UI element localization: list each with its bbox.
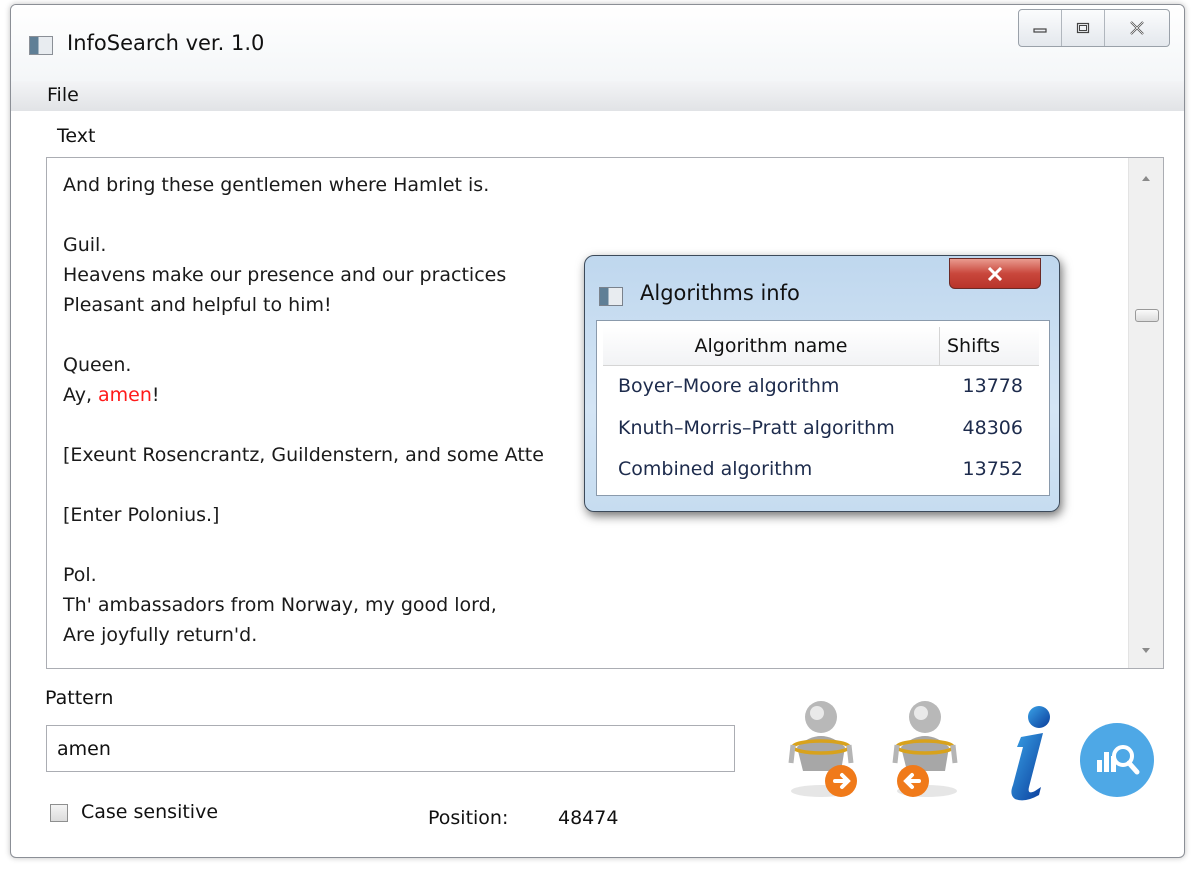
algorithm-shifts: 13752 xyxy=(962,458,1023,480)
text-line xyxy=(63,320,544,350)
case-sensitive-checkbox[interactable] xyxy=(50,804,68,822)
caption-buttons xyxy=(1018,9,1170,47)
algorithm-name: Boyer–Moore algorithm xyxy=(618,375,840,397)
scroll-thumb[interactable] xyxy=(1135,309,1159,322)
case-sensitive-label: Case sensitive xyxy=(81,801,219,823)
search-next-button[interactable] xyxy=(779,695,875,805)
pattern-label: Pattern xyxy=(45,687,114,709)
maximize-icon xyxy=(1076,22,1090,34)
algorithms-info-dialog: Algorithms info Algorithm name Shifts Bo… xyxy=(584,255,1060,512)
text-line: Queen. xyxy=(63,354,132,376)
close-icon xyxy=(987,266,1003,281)
pattern-input[interactable] xyxy=(46,725,735,772)
info-button[interactable] xyxy=(995,699,1065,803)
search-match-highlight: amen xyxy=(98,384,152,406)
statistics-search-icon xyxy=(1080,723,1154,797)
dialog-app-icon xyxy=(599,287,623,306)
algorithms-grid: Algorithm name Shifts Boyer–Moore algori… xyxy=(596,320,1050,496)
menu-bar: File xyxy=(11,81,1184,111)
column-header-shifts-label: Shifts xyxy=(947,335,1001,357)
window-title: InfoSearch ver. 1.0 xyxy=(67,31,265,55)
column-header-name[interactable]: Algorithm name xyxy=(603,327,940,365)
text-line xyxy=(63,530,544,560)
grid-header: Algorithm name Shifts xyxy=(603,327,1039,366)
text-line xyxy=(63,470,544,500)
text-line: Guil. xyxy=(63,234,107,256)
text-line-partial xyxy=(63,158,544,170)
search-previous-button[interactable] xyxy=(883,695,979,805)
text-content: And bring these gentlemen where Hamlet i… xyxy=(63,158,544,650)
text-line xyxy=(63,200,544,230)
column-header-name-label: Algorithm name xyxy=(694,335,848,357)
table-row[interactable]: Knuth–Morris–Pratt algorithm 48306 xyxy=(603,409,1039,453)
vertical-scrollbar[interactable] xyxy=(1128,158,1163,668)
text-line: And bring these gentlemen where Hamlet i… xyxy=(63,174,490,196)
info-icon xyxy=(1011,706,1050,801)
dialog-title: Algorithms info xyxy=(640,281,800,305)
scroll-up-icon[interactable] xyxy=(1142,176,1150,181)
text-line: Th' ambassadors from Norway, my good lor… xyxy=(63,594,497,616)
table-row[interactable]: Boyer–Moore algorithm 13778 xyxy=(603,367,1039,411)
position-label: Position: xyxy=(428,807,509,829)
search-next-icon xyxy=(788,701,857,797)
close-icon xyxy=(1130,21,1144,35)
close-button[interactable] xyxy=(1105,10,1169,46)
scroll-down-icon[interactable] xyxy=(1142,648,1150,653)
maximize-button[interactable] xyxy=(1062,10,1105,46)
search-previous-icon xyxy=(892,701,958,797)
algorithm-name: Combined algorithm xyxy=(618,458,813,480)
menu-file[interactable]: File xyxy=(47,84,79,106)
text-line: Ay, amen! xyxy=(63,384,160,406)
algorithm-shifts: 13778 xyxy=(962,375,1023,397)
table-row[interactable]: Combined algorithm 13752 xyxy=(603,450,1039,494)
app-icon xyxy=(29,36,53,55)
algorithm-shifts: 48306 xyxy=(962,417,1023,439)
text-line: Pol. xyxy=(63,564,97,586)
statistics-button[interactable] xyxy=(1077,720,1157,800)
algorithm-name: Knuth–Morris–Pratt algorithm xyxy=(618,417,895,439)
minimize-icon xyxy=(1033,28,1047,33)
position-value: 48474 xyxy=(558,807,619,829)
text-label: Text xyxy=(57,125,96,147)
text-line xyxy=(63,410,544,440)
text-line: [Enter Polonius.] xyxy=(63,504,220,526)
title-bar[interactable]: InfoSearch ver. 1.0 xyxy=(11,5,1184,81)
minimize-button[interactable] xyxy=(1019,10,1062,46)
dialog-close-button[interactable] xyxy=(949,258,1041,289)
text-line: Heavens make our presence and our practi… xyxy=(63,264,507,286)
text-line: [Exeunt Rosencrantz, Guildenstern, and s… xyxy=(63,444,544,466)
text-line: Pleasant and helpful to him! xyxy=(63,294,332,316)
text-line: Are joyfully return'd. xyxy=(63,624,258,646)
